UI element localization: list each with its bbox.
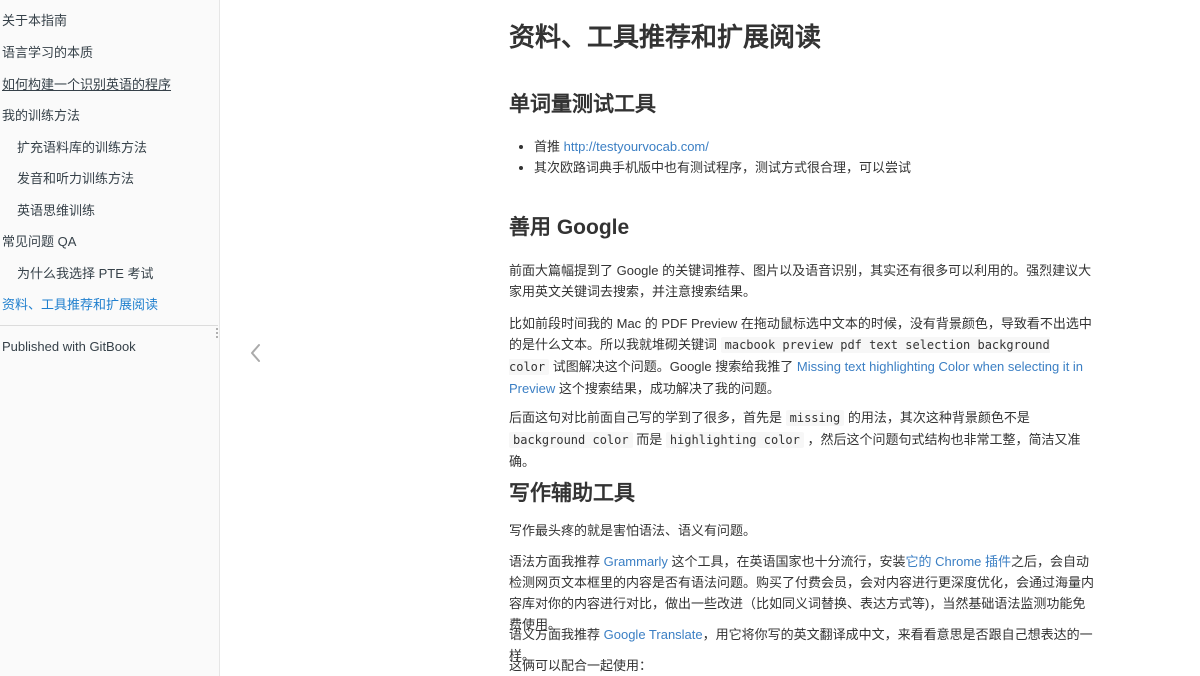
paragraph: 后面这句对比前面自己写的学到了很多，首先是 missing 的用法，其次这种背景…: [509, 407, 1097, 472]
section-heading-writing-tools: 写作辅助工具: [509, 482, 635, 505]
text: 这个工具，在英语国家也十分流行，安装: [667, 554, 906, 569]
sidebar-item-faq[interactable]: 常见问题 QA: [2, 234, 76, 250]
text: 语法方面我推荐: [509, 554, 604, 569]
sidebar-item-about[interactable]: 关于本指南: [2, 13, 67, 29]
paragraph: 写作最头疼的就是害怕语法、语义有问题。: [509, 523, 757, 538]
sidebar-item-training[interactable]: 我的训练方法: [2, 108, 80, 124]
google-translate-link[interactable]: Google Translate: [604, 627, 703, 642]
paragraph: 语法方面我推荐 Grammarly 这个工具，在英语国家也十分流行，安装它的 C…: [509, 551, 1097, 635]
section-heading-vocab-test: 单词量测试工具: [509, 93, 656, 116]
grammarly-link[interactable]: Grammarly: [604, 554, 668, 569]
page-title: 资料、工具推荐和扩展阅读: [509, 22, 822, 52]
sidebar-divider: [0, 325, 218, 326]
text: 的用法，其次这种背景颜色不是: [844, 410, 1030, 425]
section-heading-google: 善用 Google: [509, 216, 630, 239]
paragraph: 前面大篇幅提到了 Google 的关键词推荐、图片以及语音识别，其实还有很多可以…: [509, 263, 1092, 299]
text: 试图解决这个问题。Google 搜索给我推了: [549, 359, 797, 374]
published-with-gitbook-link[interactable]: Published with GitBook: [2, 339, 136, 354]
list-item-text: 其次欧路词典手机版中也有测试程序，测试方式很合理，可以尝试: [534, 160, 912, 175]
text: 后面这句对比前面自己写的学到了很多，首先是: [509, 410, 786, 425]
inline-code: highlighting color: [665, 432, 804, 448]
chevron-left-icon[interactable]: [244, 338, 268, 368]
text: 而是: [632, 432, 666, 447]
paragraph: 这俩可以配合一起使用：: [509, 658, 653, 673]
paragraph: 比如前段时间我的 Mac 的 PDF Preview 在拖动鼠标选中文本的时候，…: [509, 313, 1097, 399]
drag-handle-icon[interactable]: [214, 327, 220, 339]
testyourvocab-link[interactable]: http://testyourvocab.com/: [564, 139, 709, 154]
sidebar-item-corpus[interactable]: 扩充语料库的训练方法: [17, 140, 147, 156]
sidebar-item-thinking[interactable]: 英语思维训练: [17, 203, 95, 219]
sidebar-item-pronunciation[interactable]: 发音和听力训练方法: [17, 171, 134, 187]
sidebar-item-essence[interactable]: 语言学习的本质: [2, 45, 93, 61]
list-item: 其次欧路词典手机版中也有测试程序，测试方式很合理，可以尝试: [534, 157, 911, 178]
inline-code: background color: [509, 432, 633, 448]
text: 这个搜索结果，成功解决了我的问题。: [555, 381, 780, 396]
sidebar-item-resources[interactable]: 资料、工具推荐和扩展阅读: [2, 297, 158, 313]
inline-code: missing: [785, 410, 845, 426]
list-item-text: 首推: [534, 139, 564, 154]
vocab-test-list: 首推 http://testyourvocab.com/ 其次欧路词典手机版中也…: [509, 136, 911, 178]
text: 语义方面我推荐: [509, 627, 604, 642]
sidebar-item-pte[interactable]: 为什么我选择 PTE 考试: [17, 266, 154, 282]
list-item: 首推 http://testyourvocab.com/: [534, 136, 911, 157]
sidebar-item-build-program[interactable]: 如何构建一个识别英语的程序: [2, 77, 171, 93]
sidebar: 关于本指南 语言学习的本质 如何构建一个识别英语的程序 我的训练方法 扩充语料库…: [0, 0, 220, 676]
chrome-plugin-link[interactable]: 它的 Chrome 插件: [906, 554, 1011, 569]
